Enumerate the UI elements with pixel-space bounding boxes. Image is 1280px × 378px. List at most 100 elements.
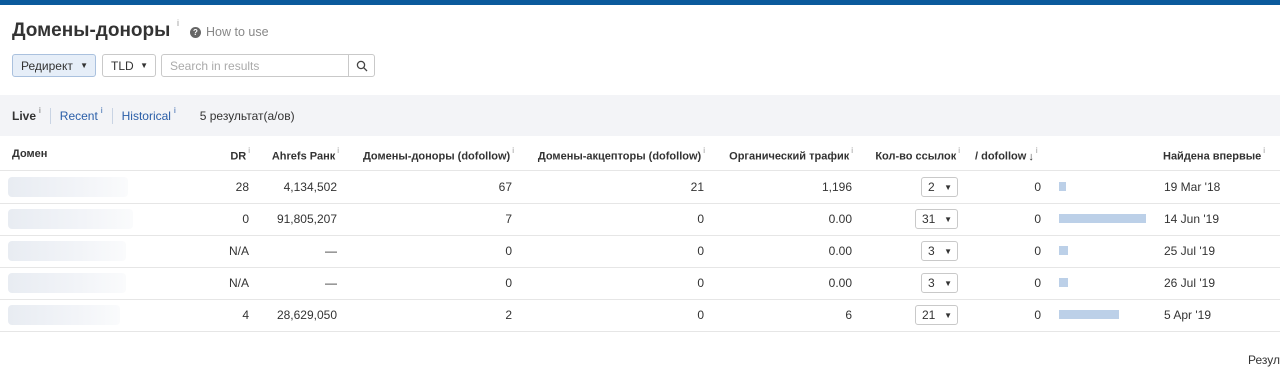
linked-domains-cell[interactable]: 0 — [697, 276, 704, 290]
info-icon: i — [173, 105, 176, 115]
search-input[interactable] — [170, 58, 350, 73]
column-header-label: Домены-акцепторы (dofollow) — [537, 150, 702, 163]
table-row: 28 4,134,502 67 21 1,196 2 ▼ 0 19 Mar '18 — [0, 171, 1280, 203]
tab-live[interactable]: Live i — [12, 106, 41, 123]
info-icon: i — [1035, 146, 1038, 155]
linked-domains-cell[interactable]: 0 — [697, 212, 704, 226]
links-dropdown[interactable]: 31 ▼ — [915, 209, 958, 229]
sort-down-arrow-icon: ↓ — [1028, 150, 1034, 163]
ref-domains-cell[interactable]: 67 — [499, 180, 512, 194]
domain-cell-redacted[interactable] — [8, 209, 133, 229]
dofollow-cell: 0 — [1034, 212, 1041, 226]
tab-historical[interactable]: Historical i — [122, 105, 176, 123]
organic-traffic-cell: 0.00 — [828, 212, 852, 226]
organic-traffic-cell: 1,196 — [821, 180, 852, 194]
column-header-label: Найдена впервые — [1163, 150, 1262, 163]
ahrefs-rank-cell: 28,629,050 — [276, 308, 337, 322]
how-to-use-link[interactable]: ? How to use — [190, 25, 269, 39]
dofollow-bar — [1059, 278, 1068, 287]
search-button[interactable] — [348, 55, 374, 76]
column-header-ahrefs-rank[interactable]: Ahrefs Ранкi — [271, 146, 339, 163]
linked-domains-cell[interactable]: 0 — [697, 244, 704, 258]
links-count: 3 — [928, 276, 935, 290]
page-title: Домены-доноры — [12, 20, 171, 41]
tab-recent[interactable]: Recent i — [59, 105, 103, 123]
column-header-domain[interactable]: Домен — [12, 148, 47, 160]
tab-bar: Live i Recent i Historical i 5 результат(а/… — [0, 95, 1280, 136]
column-header-first-seen[interactable]: Найдена впервыеi — [1163, 146, 1266, 163]
tab-recent-label: Recent — [59, 108, 98, 123]
column-header-label: Домен — [12, 148, 48, 160]
caret-down-icon: ▼ — [944, 278, 952, 288]
dofollow-bar — [1059, 214, 1146, 223]
column-header-dofollow[interactable]: / dofollow ↓i — [975, 146, 1038, 163]
tab-divider — [49, 107, 51, 124]
organic-traffic-cell: 0.00 — [828, 276, 852, 290]
column-header-linked-domains[interactable]: Домены-акцепторы (dofollow)i — [537, 146, 705, 163]
tab-divider — [111, 107, 113, 124]
first-seen-cell: 19 Mar '18 — [1164, 180, 1221, 194]
column-header-links[interactable]: Кол-во ссылокi — [875, 146, 960, 163]
organic-traffic-cell: 0.00 — [828, 244, 852, 258]
organic-traffic-cell: 6 — [845, 308, 852, 322]
results-count: 5 результат(а/ов) — [199, 108, 295, 123]
ref-domains-cell[interactable]: 0 — [505, 244, 512, 258]
title-info-icon[interactable]: i — [177, 18, 179, 28]
table-row: 4 28,629,050 2 0 6 21 ▼ 0 5 Apr '19 — [0, 299, 1280, 331]
linked-domains-cell[interactable]: 21 — [691, 180, 704, 194]
domain-cell-redacted[interactable] — [8, 177, 128, 197]
info-icon: i — [248, 146, 250, 155]
first-seen-cell: 5 Apr '19 — [1164, 308, 1211, 322]
table-row: N/A —0 0 0.00 3 ▼ 0 26 Jul '19 — [0, 267, 1280, 299]
links-count: 21 — [922, 308, 936, 322]
column-header-label: Органический трафик — [729, 150, 850, 163]
redirect-filter-label: Редирект — [21, 58, 73, 73]
first-seen-cell: 25 Jul '19 — [1164, 244, 1215, 258]
info-icon: i — [512, 146, 514, 155]
column-header-label: / dofollow — [975, 150, 1027, 163]
ref-domains-cell[interactable]: 0 — [505, 276, 512, 290]
row-divider — [0, 331, 1280, 332]
redirect-filter-dropdown[interactable]: Редирект ▼ — [12, 54, 96, 77]
first-seen-cell: 26 Jul '19 — [1164, 276, 1215, 290]
ahrefs-rank-cell: 91,805,207 — [276, 212, 337, 226]
column-header-label: Кол-во ссылок — [875, 150, 957, 163]
domain-cell-redacted[interactable] — [8, 305, 120, 325]
column-header-label: Ahrefs Ранк — [271, 150, 336, 163]
info-icon: i — [100, 105, 103, 115]
caret-down-icon: ▼ — [140, 61, 148, 70]
column-header-dr[interactable]: DRi — [230, 146, 250, 163]
links-count: 2 — [928, 180, 935, 194]
dr-cell: N/A — [228, 244, 249, 258]
domain-cell-redacted[interactable] — [8, 241, 126, 261]
dr-cell: N/A — [228, 276, 249, 290]
ahrefs-rank-cell: — — [325, 276, 337, 290]
dofollow-cell: 0 — [1034, 244, 1041, 258]
info-icon: i — [1263, 146, 1266, 155]
links-dropdown[interactable]: 3 ▼ — [921, 273, 958, 293]
column-header-organic-traffic[interactable]: Органический трафикi — [729, 146, 853, 163]
tab-live-label: Live — [12, 108, 37, 123]
table-row: 0 91,805,207 7 0 0.00 31 ▼ 0 14 Jun '19 — [0, 203, 1280, 235]
domain-cell-redacted[interactable] — [8, 273, 126, 293]
column-header-ref-domains[interactable]: Домены-доноры (dofollow)i — [363, 146, 514, 163]
links-dropdown[interactable]: 21 ▼ — [915, 305, 958, 325]
info-icon: i — [703, 146, 705, 155]
how-to-use-label: How to use — [206, 25, 269, 39]
tld-filter-dropdown[interactable]: TLD ▼ — [102, 54, 156, 77]
first-seen-cell: 14 Jun '19 — [1164, 212, 1220, 226]
dr-cell: 4 — [242, 308, 249, 322]
info-icon: i — [337, 146, 339, 155]
caret-down-icon: ▼ — [944, 182, 952, 192]
dofollow-bar — [1059, 182, 1066, 191]
dofollow-bar — [1059, 310, 1119, 319]
linked-domains-cell[interactable]: 0 — [697, 308, 704, 322]
caret-down-icon: ▼ — [944, 310, 952, 320]
ref-domains-cell[interactable]: 2 — [505, 308, 512, 322]
links-dropdown[interactable]: 3 ▼ — [921, 241, 958, 261]
links-count: 31 — [922, 212, 936, 226]
ref-domains-cell[interactable]: 7 — [505, 212, 512, 226]
ahrefs-rank-cell: — — [325, 244, 337, 258]
dr-cell: 0 — [242, 212, 249, 226]
links-dropdown[interactable]: 2 ▼ — [921, 177, 958, 197]
